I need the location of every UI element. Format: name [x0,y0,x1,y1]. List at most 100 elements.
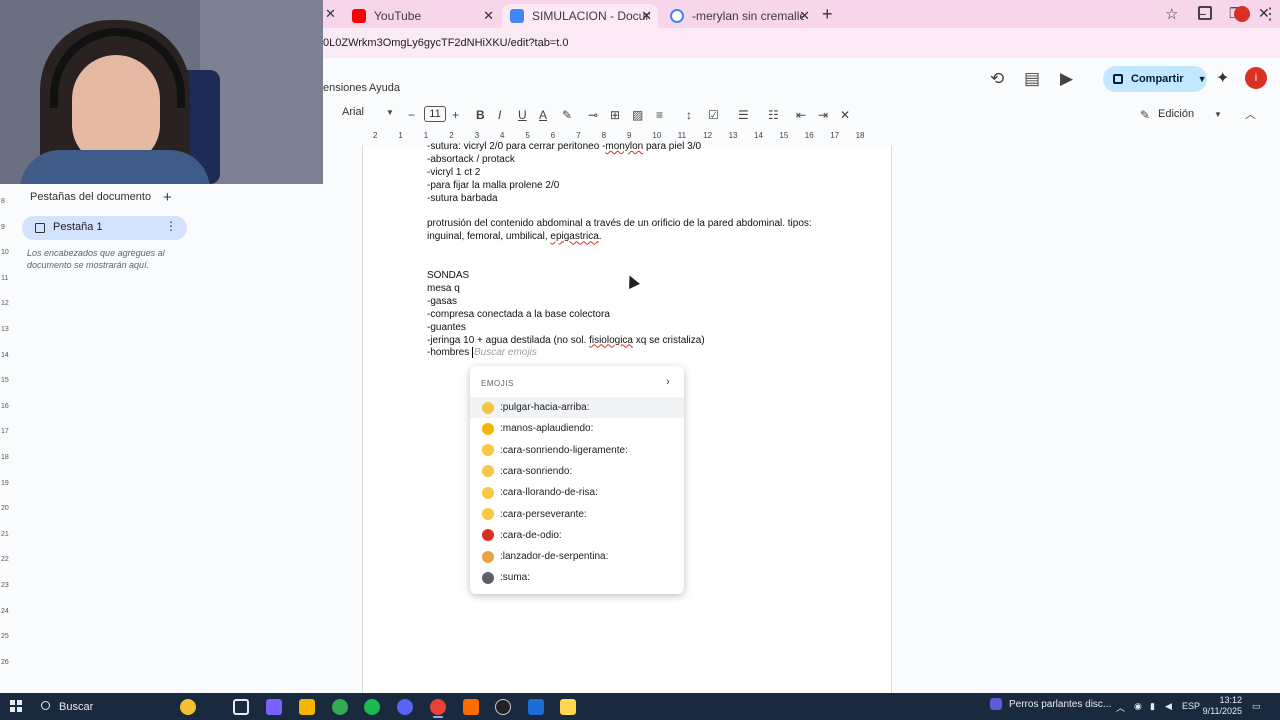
comments-icon[interactable]: ▤ [1024,69,1040,89]
document-line[interactable]: -guantes [427,322,466,333]
document-line[interactable]: protrusión del contenido abdominal a tra… [427,218,812,229]
menu-extensions[interactable]: ensiones [323,82,367,94]
file-explorer-icon[interactable] [299,699,315,715]
chevron-up-icon[interactable]: ︿ [1116,701,1125,714]
gemini-icon[interactable]: ✦ [1216,68,1229,88]
microphone-icon[interactable]: ▮ [1150,701,1155,712]
add-comment-icon[interactable]: ⊞ [610,104,620,126]
clear-formatting-icon[interactable]: ✕ [840,104,850,126]
document-line[interactable]: -compresa conectada a la base colectora [427,309,610,320]
volume-icon[interactable]: ◀ [1165,701,1172,712]
avatar[interactable]: i [1245,67,1267,89]
chrome-active-icon[interactable] [430,699,446,715]
editing-mode-select[interactable]: Edición [1158,108,1194,120]
bulleted-list-icon[interactable]: ☰ [738,104,749,126]
chrome-icon[interactable] [332,699,348,715]
document-line[interactable]: -sutura barbada [427,193,498,204]
emoji-option[interactable]: :cara-de-odio: [470,525,684,546]
new-tab-button[interactable]: + [822,4,833,25]
sidebar-item-pestana-1[interactable]: Pestaña 1 ⋮ [22,216,187,240]
document-line[interactable]: -vicryl 1 ct 2 [427,167,480,178]
collapse-menus-icon[interactable]: ︿ [1245,106,1256,122]
emoji-option[interactable]: :suma: [470,567,684,588]
app-icon[interactable] [560,699,576,715]
document-line[interactable]: -absortack / protack [427,154,515,165]
chevron-down-icon[interactable]: ▼ [1198,74,1207,84]
windows-start-icon[interactable] [10,700,22,712]
emoji-option[interactable]: :cara-sonriendo-ligeramente: [470,440,684,461]
network-icon[interactable]: ◉ [1134,701,1142,712]
italic-button[interactable]: I [498,104,501,126]
history-icon[interactable]: ⟲ [990,69,1004,89]
meet-video-icon[interactable]: ▶ [1060,69,1073,89]
chevron-down-icon[interactable]: ▼ [1214,110,1222,119]
document-line[interactable]: SONDAS [427,270,469,281]
clock-date: 9/11/2025 [1202,706,1242,716]
ruler-tick-label: 11 [677,131,687,140]
discord-icon[interactable] [397,699,413,715]
emoji-option-label: :cara-de-odio: [500,529,562,541]
webcam-overlay [0,0,323,184]
document-line[interactable]: inguinal, femoral, umbilical, epigastric… [427,231,602,242]
share-button[interactable]: Compartir ▼ [1103,66,1207,92]
add-tab-button[interactable]: + [163,189,172,206]
ruler-tick-label: 8 [601,131,607,140]
bold-button[interactable]: B [476,104,485,126]
browser-profile-avatar[interactable] [1234,6,1250,22]
browser-menu-icon[interactable]: ⋮ [1262,4,1278,24]
line-text: -compresa conectada a la base colectora [427,308,610,320]
chevron-right-icon[interactable]: › [666,376,670,388]
line-spacing-icon[interactable]: ↕ [686,104,692,126]
increase-font-size-button[interactable]: + [452,104,459,126]
document-line[interactable]: -hombres Buscar emojis [427,347,537,359]
emoji-option[interactable]: :cara-perseverante: [470,504,684,525]
extensions-icon[interactable] [1198,6,1212,20]
document-line[interactable]: -gasas [427,296,457,307]
emoji-option[interactable]: :manos-aplaudiendo: [470,418,684,439]
tab-youtube[interactable]: YouTube ✕ [344,4,500,28]
checklist-icon[interactable]: ☑ [708,104,719,126]
app-icon[interactable] [463,699,479,715]
text-color-button[interactable]: A [539,104,547,126]
close-tab-icon[interactable]: ✕ [483,8,494,24]
insert-image-icon[interactable]: ▨ [632,104,643,126]
spotify-icon[interactable] [364,699,380,715]
menu-help[interactable]: Ayuda [369,82,400,94]
font-family-select[interactable]: Arial [342,106,364,118]
link-icon[interactable]: ⊸ [588,104,598,126]
obs-icon[interactable] [495,699,511,715]
close-tab-icon[interactable]: ✕ [799,8,810,24]
decrease-indent-icon[interactable]: ⇤ [796,104,806,126]
steam-icon[interactable] [528,699,544,715]
emoji-option[interactable]: :pulgar-hacia-arriba: [470,397,684,418]
document-line[interactable]: -para fijar la malla prolene 2/0 [427,180,559,191]
chevron-down-icon[interactable]: ▼ [386,108,394,117]
highlight-icon[interactable]: ✎ [562,104,572,126]
document-line[interactable]: mesa q [427,283,460,294]
tab-docs-simulacion[interactable]: SIMULACION - Documentos de ✕ [502,4,658,28]
increase-indent-icon[interactable]: ⇥ [818,104,828,126]
underline-button[interactable]: U [518,104,527,126]
more-options-icon[interactable]: ⋮ [165,219,177,233]
system-clock[interactable]: 13:12 9/11/2025 [1198,695,1242,717]
align-icon[interactable]: ≡ [656,104,663,126]
close-tab-icon[interactable]: ✕ [641,8,652,24]
emoji-option[interactable]: :cara-sonriendo: [470,461,684,482]
close-tab-icon[interactable]: ✕ [325,6,336,22]
emoji-option-label: :cara-llorando-de-risa: [500,487,598,499]
news-widget[interactable]: Perros parlantes disc... [990,698,1111,710]
copilot-icon[interactable] [266,699,282,715]
task-view-icon[interactable] [233,699,249,715]
thumbs-up-icon [482,401,494,414]
lock-icon [1113,74,1123,84]
notifications-icon[interactable]: ▭ [1252,701,1261,712]
numbered-list-icon[interactable]: ☷ [768,104,779,126]
document-line[interactable]: -sutura: vicryl 2/0 para cerrar peritone… [427,141,701,152]
emoji-option[interactable]: :lanzador-de-serpentina: [470,546,684,567]
tab-google-search[interactable]: -merylan sin cremallera laparo ✕ [662,4,816,28]
font-size-input[interactable]: 11 [424,106,446,122]
document-line[interactable]: -jeringa 10 + agua destilada (no sol. fi… [427,335,705,346]
bookmark-star-icon[interactable]: ☆ [1165,5,1178,23]
emoji-option[interactable]: :cara-llorando-de-risa: [470,482,684,503]
decrease-font-size-button[interactable]: − [408,104,415,126]
